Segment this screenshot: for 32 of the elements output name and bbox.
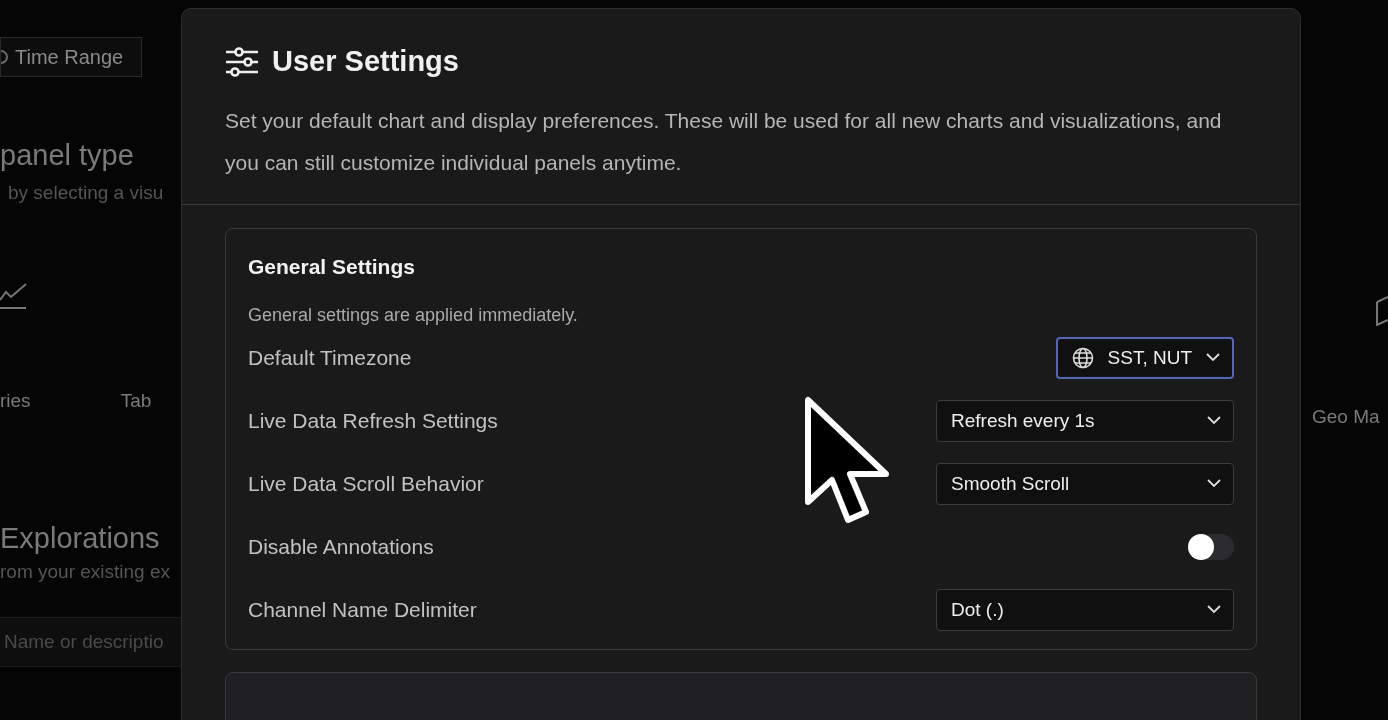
globe-icon xyxy=(1071,346,1094,369)
time-range-button[interactable]: Time Range xyxy=(0,37,142,77)
line-chart-icon xyxy=(0,282,28,310)
section-heading: panel type xyxy=(0,139,134,172)
search-field[interactable]: Name or descriptio xyxy=(0,617,181,667)
toggle-switch[interactable] xyxy=(1188,533,1234,560)
map-icon xyxy=(1376,296,1388,326)
section-subtitle: rom your existing ex xyxy=(0,561,170,583)
clock-icon xyxy=(1,50,11,64)
dialog-title: User Settings xyxy=(272,45,459,78)
chevron-down-icon xyxy=(1207,416,1221,425)
card-note: General settings are applied immediately. xyxy=(248,305,579,326)
section-subtitle: by selecting a visu xyxy=(7,182,164,204)
panel-type-option[interactable]: Geo Ma xyxy=(1301,406,1380,428)
setting-label: Disable Annotations xyxy=(248,534,434,559)
setting-label: Live Data Refresh Settings xyxy=(248,408,498,433)
dialog-description: Set your default chart and display preferences. These will be used for all new charts and visualizations, and you can still customize individual panels anytime. xyxy=(225,108,1223,176)
sliders-icon xyxy=(225,46,259,77)
setting-label: Live Data Scroll Behavior xyxy=(248,471,484,496)
chevron-down-icon xyxy=(1206,353,1220,362)
setting-label: Channel Name Delimiter xyxy=(248,597,477,622)
section-heading: Explorations xyxy=(0,522,160,555)
card-title: General Settings xyxy=(248,255,416,279)
dropdown[interactable]: Smooth Scroll xyxy=(936,462,1234,505)
chevron-down-icon xyxy=(1207,605,1221,614)
panel-type-option[interactable]: Tab xyxy=(120,390,152,412)
chevron-down-icon xyxy=(1207,479,1221,488)
dropdown[interactable]: SST, NUT xyxy=(1055,336,1234,379)
dropdown[interactable]: Refresh every 1s xyxy=(936,399,1234,442)
dropdown[interactable]: Dot (.) xyxy=(936,588,1234,631)
panel-type-option[interactable]: ries xyxy=(0,390,31,412)
setting-label: Default Timezone xyxy=(248,345,412,370)
